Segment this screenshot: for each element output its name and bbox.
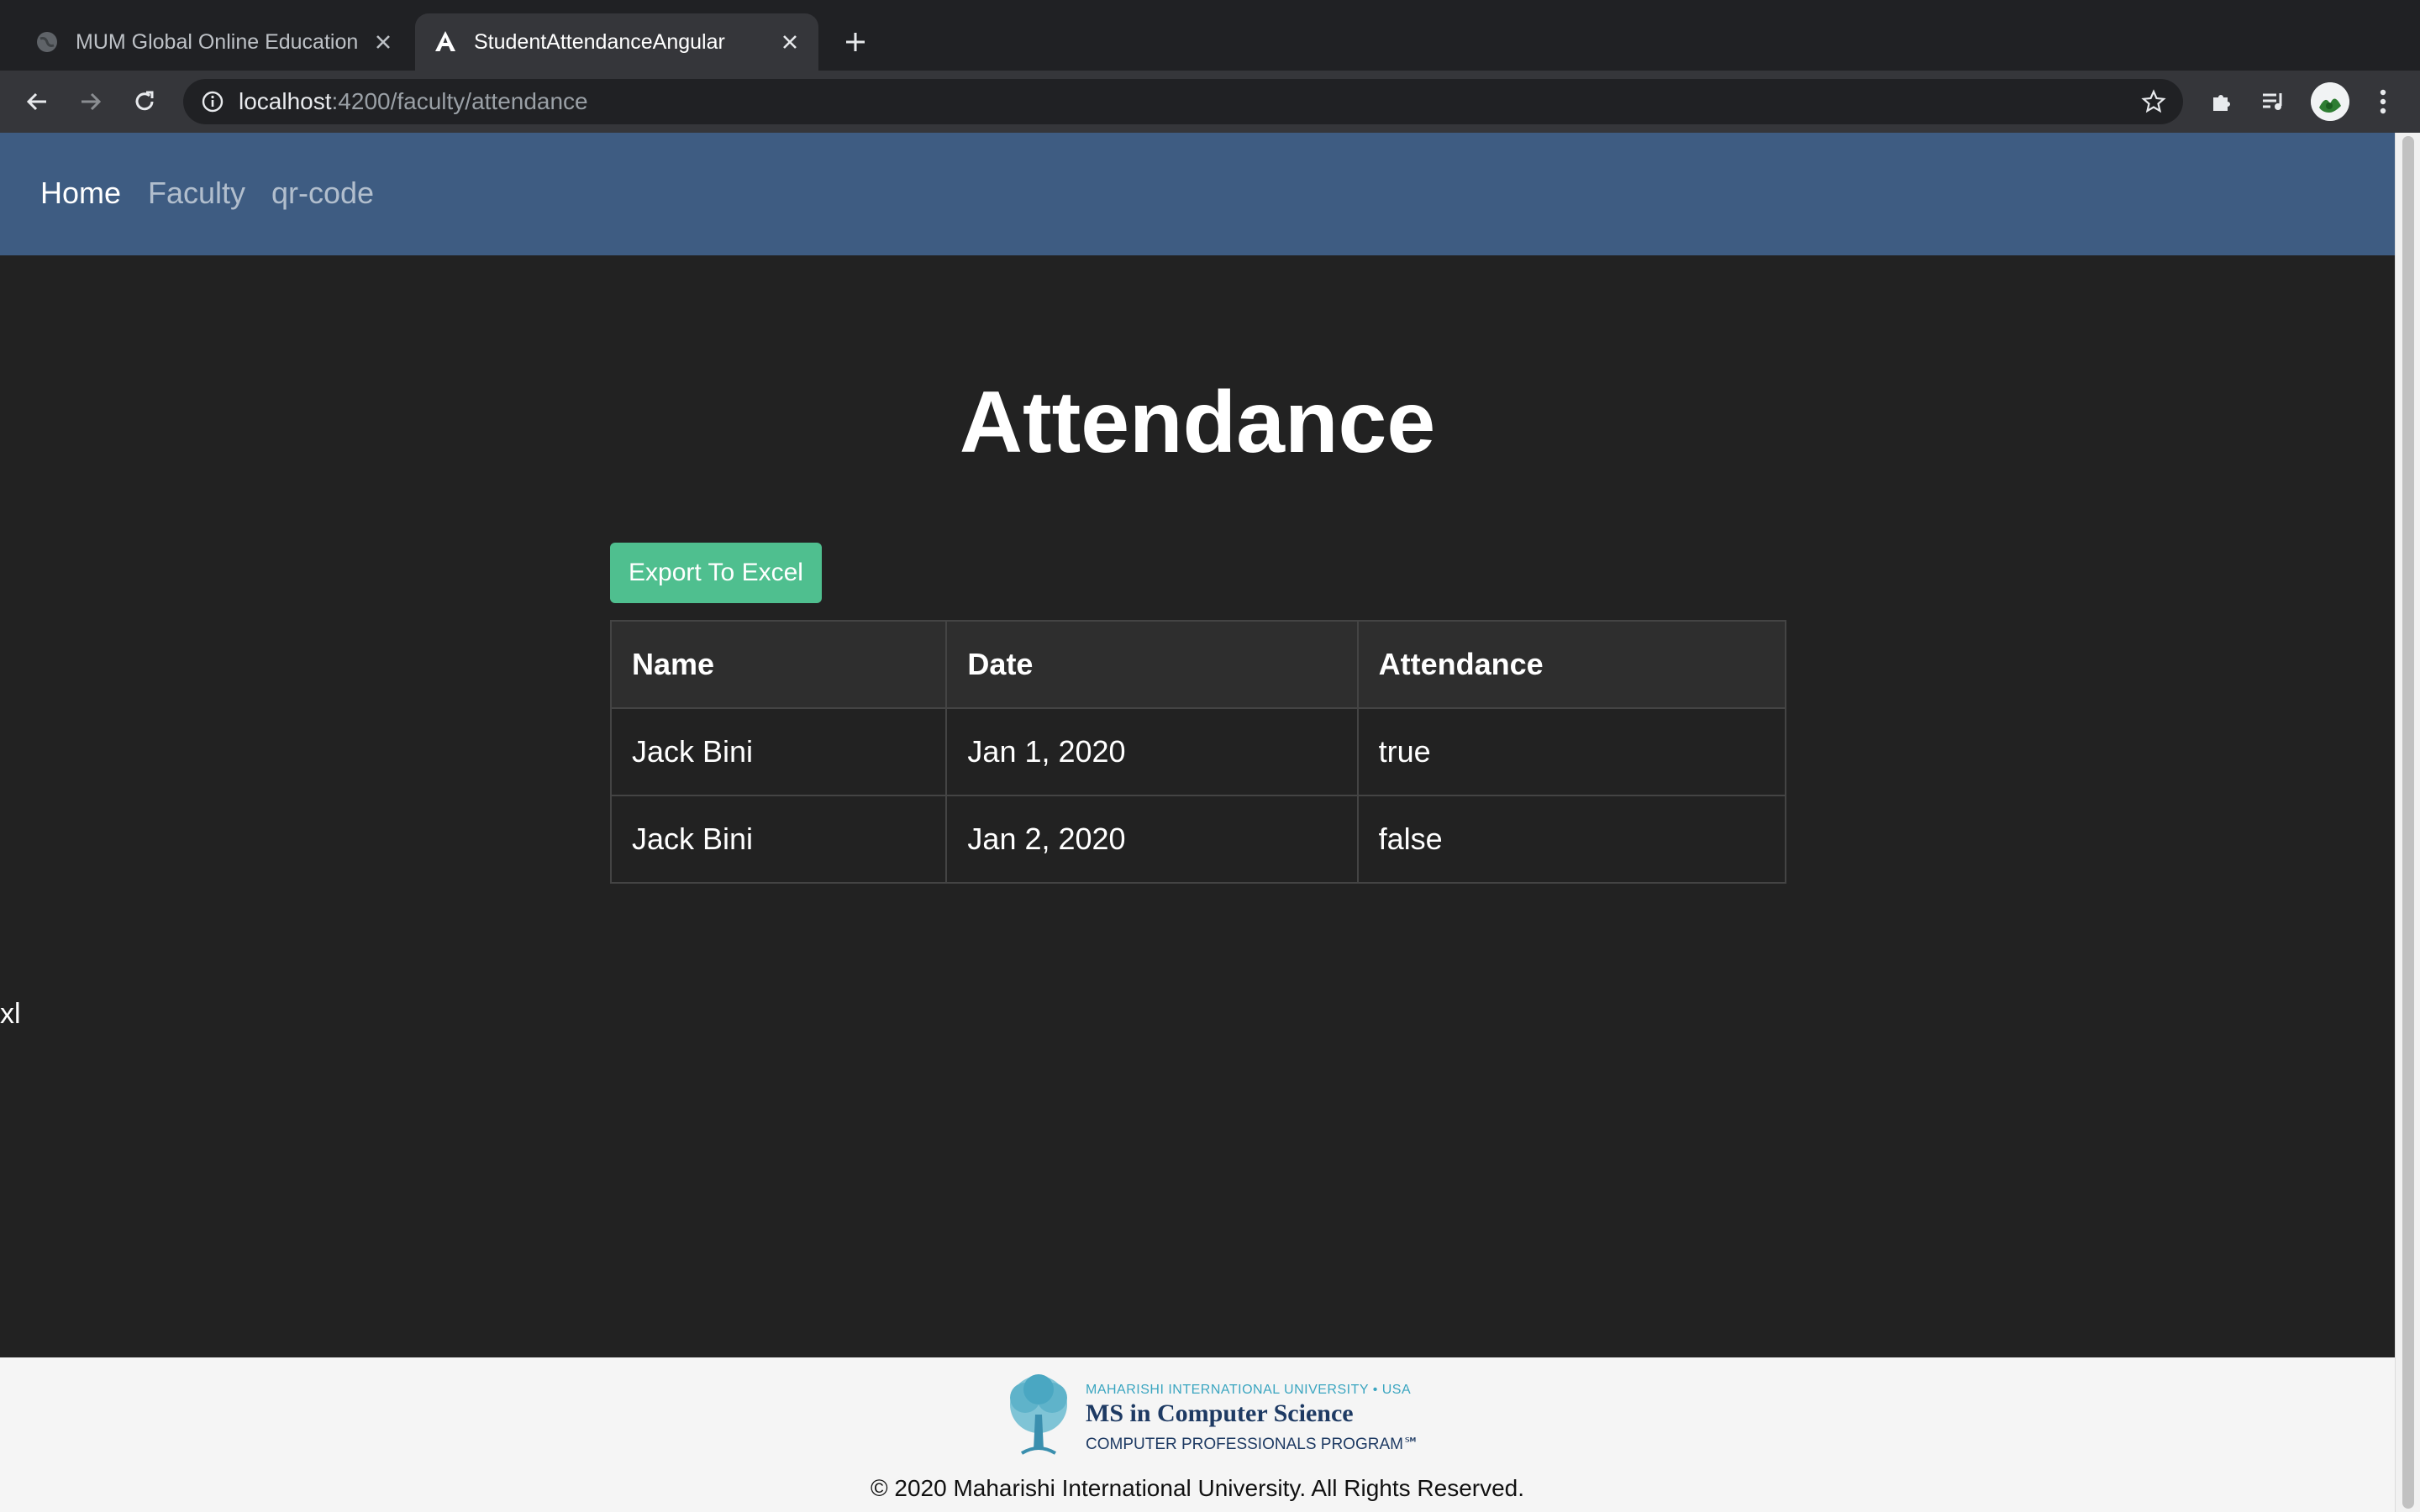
nav-link-qr-code[interactable]: qr-code — [271, 170, 374, 217]
url-host: localhost — [239, 88, 332, 114]
angular-icon — [432, 29, 459, 55]
tab-mum-global[interactable]: MUM Global Online Education — [17, 13, 412, 71]
tab-title: StudentAttendanceAngular — [474, 29, 725, 54]
logo-program-title: MS in Computer Science — [1086, 1399, 1354, 1427]
address-bar[interactable]: localhost:4200/faculty/attendance — [183, 79, 2183, 124]
nav-link-home[interactable]: Home — [40, 170, 121, 217]
university-logo: MAHARISHI INTERNATIONAL UNIVERSITY • USA… — [997, 1373, 1419, 1460]
url-text: localhost:4200/faculty/attendance — [239, 79, 588, 124]
profile-avatar[interactable] — [2311, 82, 2349, 121]
menu-kebab-icon[interactable] — [2363, 81, 2403, 122]
back-button[interactable] — [18, 83, 55, 120]
globe-icon — [34, 29, 60, 55]
column-header-date: Date — [945, 620, 1359, 709]
tab-title: MUM Global Online Education — [76, 29, 359, 54]
extensions-puzzle-icon[interactable] — [2202, 81, 2242, 122]
cell-attendance: true — [1356, 707, 1787, 796]
cell-date: Jan 1, 2020 — [945, 707, 1359, 796]
page-title: Attendance — [959, 374, 1436, 471]
table-row: Jack Bini Jan 2, 2020 false — [609, 795, 1787, 884]
scrollbar-thumb[interactable] — [2402, 136, 2414, 1509]
close-icon[interactable] — [365, 24, 402, 60]
column-header-name: Name — [609, 620, 948, 709]
bookmark-star-icon[interactable] — [2136, 84, 2171, 119]
copyright-text: © 2020 Maharishi International Universit… — [870, 1475, 1525, 1501]
browser-window: MUM Global Online Education StudentAtten… — [0, 0, 2420, 1512]
table-row: Jack Bini Jan 1, 2020 true — [609, 707, 1787, 796]
table-header-row: Name Date Attendance — [609, 620, 1787, 709]
close-icon[interactable] — [771, 24, 808, 60]
cell-name: Jack Bini — [609, 795, 948, 884]
logo-program-subtitle: COMPUTER PROFESSIONALS PROGRAM℠ — [1086, 1436, 1420, 1453]
attendance-table: Name Date Attendance Jack Bini Jan 1, 20… — [609, 620, 1787, 884]
cell-attendance: false — [1356, 795, 1787, 884]
cell-name: Jack Bini — [609, 707, 948, 796]
logo-university-text: MAHARISHI INTERNATIONAL UNIVERSITY • USA — [1086, 1383, 1412, 1397]
tab-strip: MUM Global Online Education StudentAtten… — [0, 0, 2420, 71]
url-path: :4200/faculty/attendance — [331, 88, 588, 114]
export-to-excel-button[interactable]: Export To Excel — [610, 543, 822, 603]
column-header-attendance: Attendance — [1356, 620, 1787, 709]
media-queue-icon[interactable] — [2254, 81, 2294, 122]
reload-button[interactable] — [126, 83, 163, 120]
nav-link-faculty[interactable]: Faculty — [148, 170, 245, 217]
tab-student-attendance[interactable]: StudentAttendanceAngular — [415, 13, 818, 71]
cell-date: Jan 2, 2020 — [945, 795, 1359, 884]
tree-logo-icon — [1010, 1374, 1067, 1455]
forward-button[interactable] — [72, 83, 109, 120]
browser-toolbar: localhost:4200/faculty/attendance — [0, 71, 2420, 133]
page-viewport: Home Faculty qr-code Attendance Export T… — [0, 133, 2395, 1512]
info-icon[interactable] — [197, 86, 229, 118]
app-navbar: Home Faculty qr-code — [0, 133, 2395, 255]
stray-text: xl — [0, 998, 21, 1030]
page-footer: MAHARISHI INTERNATIONAL UNIVERSITY • USA… — [0, 1357, 2395, 1512]
page-scrollbar[interactable] — [2395, 133, 2420, 1512]
new-tab-button[interactable] — [837, 24, 874, 60]
